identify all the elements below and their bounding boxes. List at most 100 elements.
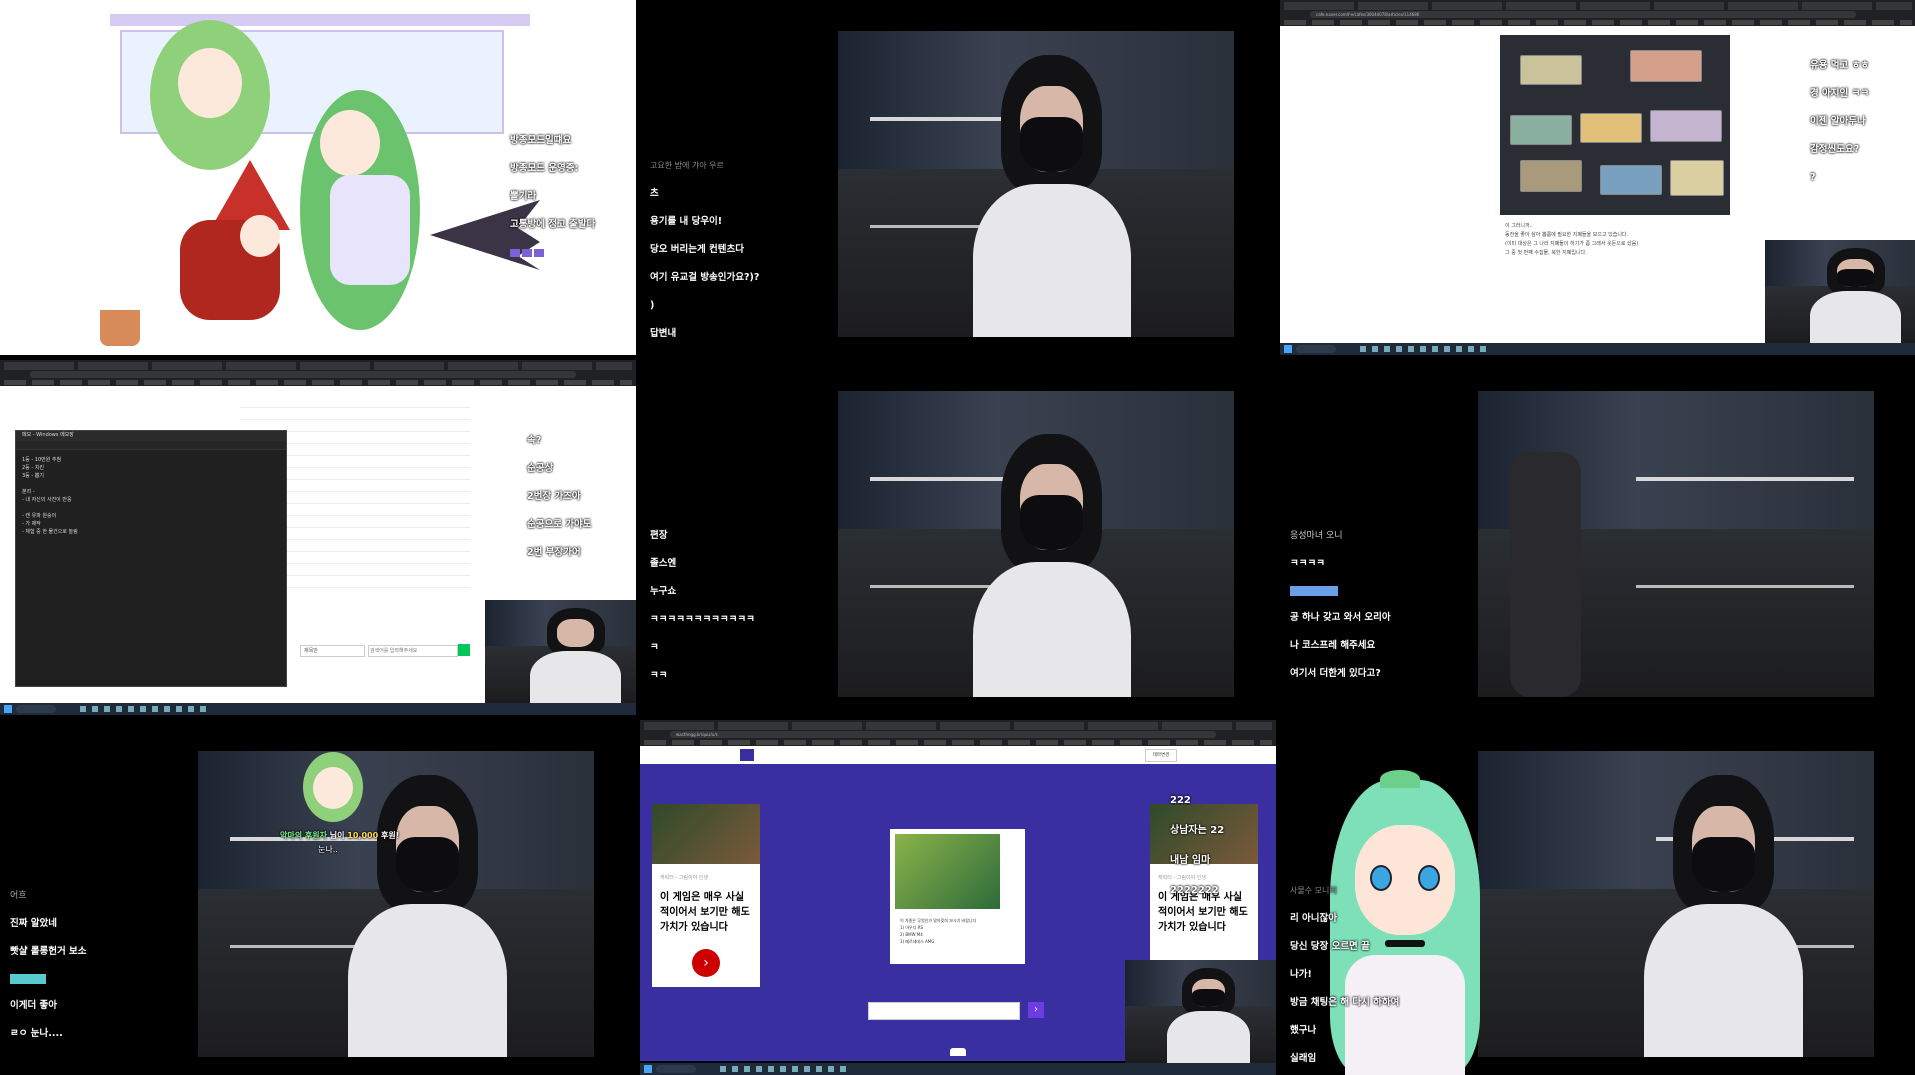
notepad-window[interactable]: 메모 - Windows 메모장 1등 - 10만원 추첨 2등 - 치킨 3등…	[15, 430, 287, 687]
taskbar-apps[interactable]	[80, 706, 210, 712]
chat-line: 나가!	[1290, 969, 1312, 980]
chat-line: ㅋ	[650, 642, 659, 653]
quiz-question: 이 차종은 무엇인가 알아맞혀 보시기 바랍니다	[900, 918, 977, 923]
windows-taskbar	[0, 703, 636, 715]
stream-tile-5: 편장 졸스엔 누구쇼 ㅋㅋㅋㅋㅋㅋㅋㅋㅋㅋㅋㅋ ㅋ ㅋㅋ	[640, 360, 1276, 715]
notepad-line: 3등 - 뽑기	[22, 473, 44, 479]
banknote	[1630, 50, 1702, 82]
search-button[interactable]	[458, 644, 470, 656]
emote	[1290, 586, 1338, 596]
stream-tile-8: wacthngg.kr/quiz/u/c 테마변경 캐릭터 - 그림이야 인생 …	[640, 720, 1276, 1075]
character-outfit	[330, 175, 410, 285]
site-header: 테마변경	[640, 746, 1276, 764]
chat-username: 사물수 모니터	[1290, 886, 1337, 895]
answer-input[interactable]	[868, 1002, 1020, 1020]
chat-line: ?	[1810, 172, 1816, 183]
quiz-option[interactable]: 1) 아우디 RS	[900, 924, 1020, 931]
chat-overlay: 사물수 모니터 리 아니잖아 당신 당장 오르면 끝 나가! 방금 채팅은 해 …	[1290, 870, 1399, 1075]
banknote	[1520, 160, 1582, 192]
windows-taskbar	[1280, 343, 1915, 355]
browser-chrome: wacthngg.kr/quiz/u/c	[640, 720, 1276, 746]
witch-face	[240, 215, 280, 257]
chat-line: 했구나	[1290, 1025, 1317, 1036]
notepad-line	[22, 504, 280, 512]
chat-line: 유용 먹고 ㅎㅎ	[1810, 60, 1870, 71]
submit-button[interactable]: ›	[1028, 1002, 1044, 1018]
emote-row	[510, 248, 595, 262]
chat-line: 경 아지인 ㅋㅋ	[1810, 88, 1870, 99]
chat-overlay: 응성마녀 오니 ㅋㅋㅋㅋ 공 하나 갖고 와서 오리아 나 코스프레 해주세요 …	[1290, 515, 1391, 695]
stream-tile-2: 고요한 밤에 갸아 우르 츠 용기를 내 당우이! 당오 버리는게 컨텐츠다 여…	[640, 0, 1276, 355]
theme-button[interactable]: 테마변경	[1145, 749, 1177, 762]
banknote	[1520, 55, 1582, 85]
stream-tile-7: 어흐 진짜 알았네 빳샬 롤롱헌거 보소 이게더 좋아 ㄹㅇ 눈나.... 악마…	[0, 720, 636, 1075]
taskbar-search[interactable]	[1296, 345, 1336, 353]
notepad-line: - 가 제작	[22, 521, 41, 527]
webcam-feed	[1478, 391, 1874, 697]
bookmarks-bar[interactable]	[1284, 20, 1912, 25]
face-mask	[395, 836, 460, 892]
post-line: 이 그러니까..	[1505, 223, 1533, 229]
search-select[interactable]: 제목만	[300, 645, 365, 657]
tab-strip[interactable]	[644, 722, 1272, 730]
donation-suffix: 후원!	[380, 831, 400, 840]
tab-strip[interactable]	[1284, 2, 1912, 10]
chat-overlay: 편장 졸스엔 누구쇼 ㅋㅋㅋㅋㅋㅋㅋㅋㅋㅋㅋㅋ ㅋ ㅋㅋ	[650, 515, 755, 697]
chat-line: 누구쇼	[650, 586, 677, 597]
taskbar-apps[interactable]	[1360, 346, 1490, 352]
chat-line: 순공상	[527, 463, 554, 474]
banner-ribbon	[110, 14, 530, 26]
notepad-line: - 체험 중 한 물건으로 놀림	[22, 529, 78, 535]
post-line: 동전을 좋아 삼아 뽑룸에 필요한 지폐들을 모으고 있습니다.	[1505, 232, 1629, 238]
face-mask	[1691, 836, 1756, 892]
quiz-option[interactable]: 3) 메르세데스 AMG	[900, 938, 1020, 945]
address-bar[interactable]: wacthngg.kr/quiz/u/c	[670, 731, 1216, 738]
chat-line: 상남자는 22	[1170, 825, 1225, 836]
webcam-feed	[838, 391, 1234, 697]
banknote	[1670, 160, 1724, 196]
next-button[interactable]: ›	[692, 949, 720, 977]
search-input[interactable]	[368, 645, 458, 657]
chat-line: 방종모드 운영중:	[510, 163, 579, 174]
chat-username: 고요한 밤에 갸아 우르	[650, 161, 724, 170]
character-face-top	[178, 48, 242, 118]
chat-username: 응성마녀 오니	[1290, 531, 1343, 541]
tab-strip[interactable]	[4, 362, 632, 370]
donation-mascot	[298, 752, 368, 822]
address-bar[interactable]: cafe.naver.com/f-e/cafes/30044078/articl…	[1310, 11, 1856, 18]
notepad-title: 메모 - Windows 메모장	[16, 431, 286, 441]
chat-overlay: 방종모드일떄요 방종모드 운영중: 뽈기라 고통방에 정고 출발다	[510, 120, 595, 276]
webcam-feed	[838, 31, 1234, 337]
taskbar-search[interactable]	[16, 705, 56, 713]
chat-line: 2번장 가즈아	[527, 491, 581, 502]
chat-line: 방금 채팅은 해 다시 하하여	[1290, 997, 1400, 1008]
start-icon[interactable]	[4, 705, 12, 713]
leaf-ornament	[1380, 770, 1420, 788]
bookmarks-bar[interactable]	[644, 740, 1272, 745]
chat-line: ㄹㅇ 눈나....	[10, 1028, 63, 1039]
quiz-panel: 이 차종은 무엇인가 알아맞혀 보시기 바랍니다 1) 아우디 RS 2) BM…	[890, 829, 1025, 964]
card-label: 캐릭터 - 그림이야 인생	[660, 875, 708, 881]
start-icon[interactable]	[644, 1065, 652, 1073]
bookmarks-bar[interactable]	[4, 380, 632, 385]
notepad-menu[interactable]	[16, 441, 286, 450]
face-mask	[1020, 495, 1084, 551]
taskbar-apps[interactable]	[720, 1066, 850, 1072]
streamer	[348, 775, 507, 1057]
taskbar-search[interactable]	[656, 1065, 696, 1073]
quiz-option[interactable]: 2) BMW M4	[900, 931, 1020, 938]
donation-text: 님이	[329, 831, 345, 840]
chat-line: 당신 당장 오르면 끝	[1290, 941, 1370, 952]
chat-line: 이젠 알아두나	[1810, 116, 1866, 127]
start-icon[interactable]	[1284, 345, 1292, 353]
site-logo[interactable]	[740, 749, 754, 761]
address-bar[interactable]	[30, 371, 576, 378]
expand-tab[interactable]	[950, 1048, 966, 1056]
browser-chrome: cafe.naver.com/f-e/cafes/30044078/articl…	[1280, 0, 1915, 26]
avatar-eye	[1418, 865, 1440, 891]
stream-tile-1: 방종모드일떄요 방종모드 운영중: 뽈기라 고통방에 정고 출발다	[0, 0, 636, 355]
donation-alert: 악마의 후원자 님이 10,000 후원!	[280, 830, 399, 841]
car-image	[895, 834, 1000, 909]
chat-line: 실래임	[1290, 1053, 1317, 1064]
chat-line: 당오 버리는게 컨텐츠다	[650, 244, 745, 255]
